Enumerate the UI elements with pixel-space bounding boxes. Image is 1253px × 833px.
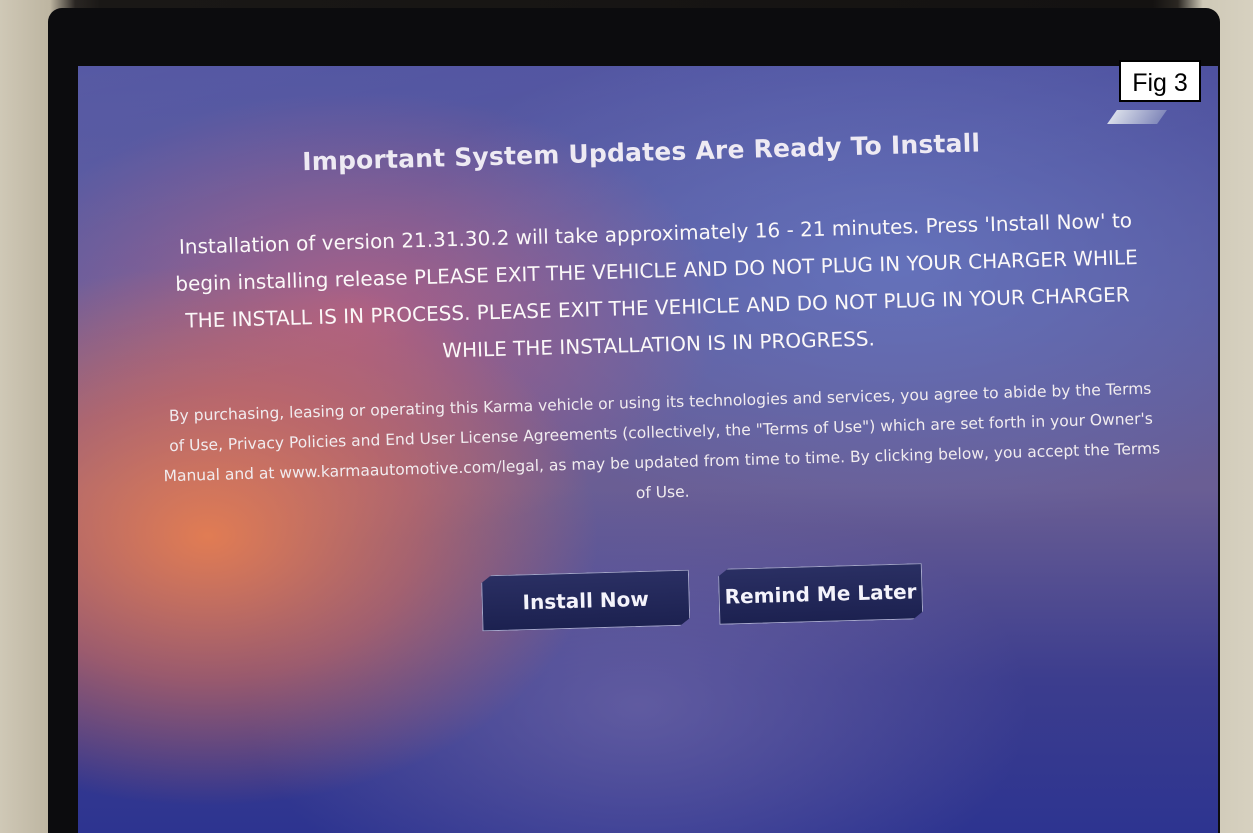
- light-glare: [1107, 110, 1167, 124]
- dialog-title: Important System Updates Are Ready To In…: [301, 128, 981, 177]
- install-now-button[interactable]: Install Now: [481, 570, 690, 632]
- remind-me-later-button[interactable]: Remind Me Later: [718, 563, 923, 625]
- figure-label: Fig 3: [1119, 60, 1201, 102]
- update-dialog: Important System Updates Are Ready To In…: [78, 66, 1218, 833]
- infotainment-screen: Important System Updates Are Ready To In…: [78, 66, 1218, 833]
- update-message: Installation of version 21.31.30.2 will …: [175, 208, 1138, 363]
- terms-of-use-text: By purchasing, leasing or operating this…: [163, 379, 1161, 503]
